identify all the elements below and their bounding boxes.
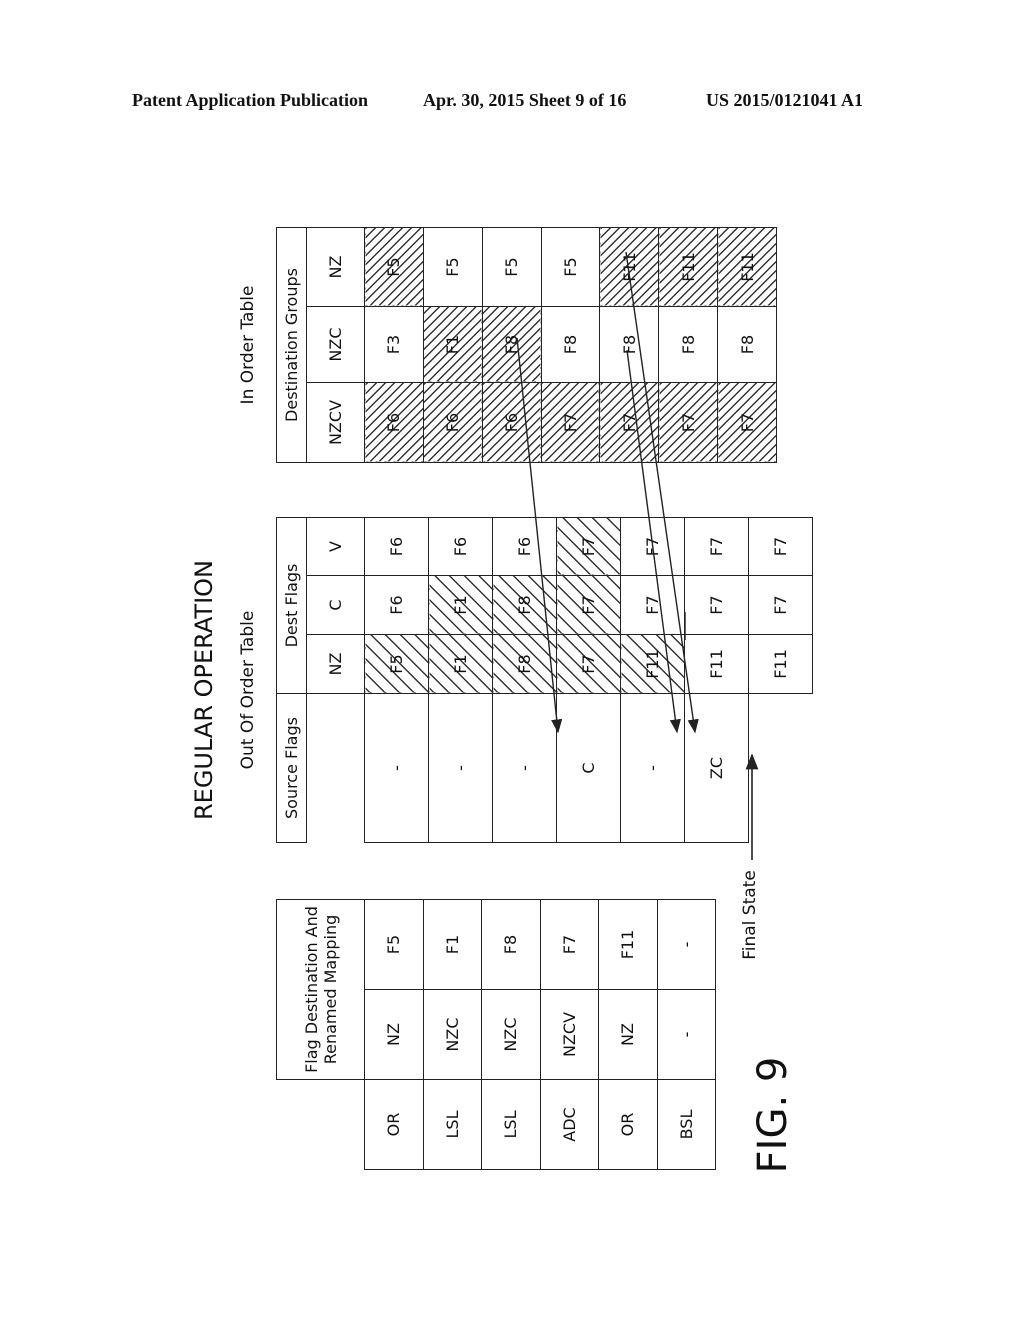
arrow-f11-to-zc xyxy=(625,251,699,734)
publication-date-sheet: Apr. 30, 2015 Sheet 9 of 16 xyxy=(423,90,627,110)
figure-9: REGULAR OPERATION Out Of Order Table In … xyxy=(180,200,820,1200)
arrow-f8-to-c xyxy=(516,337,563,734)
arrows-layer xyxy=(516,251,759,860)
arrow-f7-to-zc xyxy=(626,349,681,734)
publication-type: Patent Application Publication xyxy=(132,90,369,110)
publication-number: US 2015/0121041 A1 xyxy=(706,90,864,110)
